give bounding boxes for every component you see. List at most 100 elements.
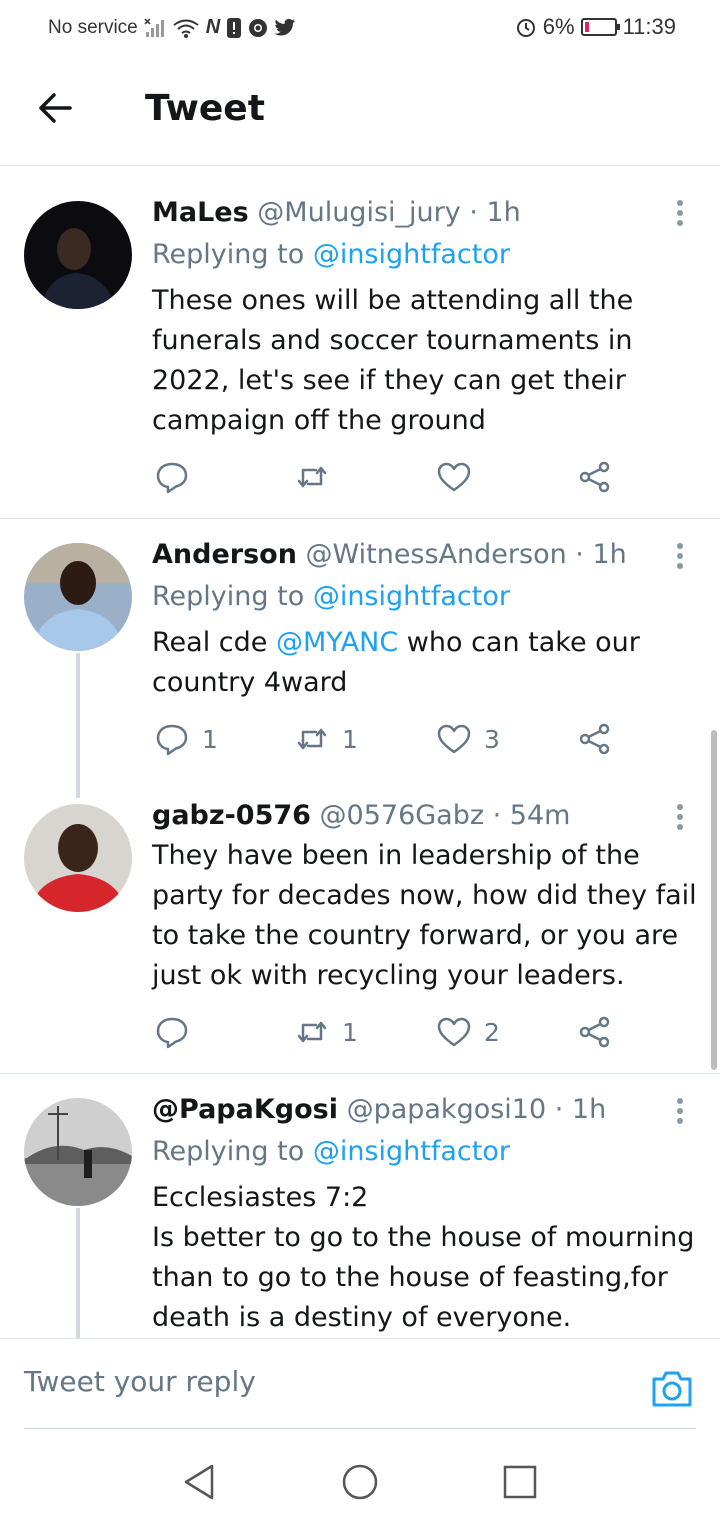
reply-bar: Tweet your reply — [0, 1338, 720, 1430]
tweet-item[interactable]: gabz-0576 @0576Gabz · 54m They have been… — [0, 789, 720, 1073]
reply-button[interactable] — [154, 459, 202, 495]
camera-button[interactable] — [650, 1369, 694, 1409]
tweet-time: · 1h — [469, 197, 521, 228]
reply-icon — [156, 724, 188, 756]
chrome-icon — [249, 18, 268, 37]
page-title: Tweet — [145, 88, 265, 129]
author-name[interactable]: Anderson — [152, 539, 297, 570]
status-left: No service N — [48, 16, 296, 39]
carrier-label: No service — [48, 16, 138, 38]
tweet-text: Real cde @MYANC who can take our country… — [152, 623, 697, 703]
share-button[interactable] — [577, 721, 613, 757]
tweet-time: · 54m — [492, 800, 571, 831]
like-button[interactable]: 3 — [436, 721, 500, 757]
author-name[interactable]: gabz-0576 — [152, 800, 311, 831]
more-options-icon[interactable] — [674, 200, 686, 230]
nav-recents-button[interactable] — [500, 1462, 540, 1502]
back-button[interactable] — [36, 88, 76, 128]
signal-off-icon — [144, 17, 164, 37]
reply-button[interactable] — [154, 1014, 202, 1050]
retweet-count: 1 — [342, 1017, 358, 1047]
more-options-icon[interactable] — [674, 1098, 686, 1128]
nav-back-icon — [184, 1464, 214, 1500]
replying-to: Replying to @insightfactor — [152, 581, 510, 612]
avatar[interactable] — [24, 804, 132, 912]
tweet-text-pre: Real cde — [152, 627, 276, 658]
tweet-text: Ecclesiastes 7:2 Is better to go to the … — [152, 1178, 697, 1338]
author-handle[interactable]: @Mulugisi_jury — [257, 197, 460, 228]
tweet-item[interactable]: MaLes @Mulugisi_jury · 1h Replying to @i… — [0, 167, 720, 519]
scrollbar[interactable] — [711, 730, 717, 1070]
nav-back-button[interactable] — [180, 1462, 220, 1502]
reply-button[interactable]: 1 — [154, 721, 218, 757]
replying-label: Replying to — [152, 1136, 313, 1167]
tweet-text: They have been in leadership of the part… — [152, 840, 697, 991]
nfc-icon: N — [205, 16, 221, 38]
heart-icon — [437, 724, 471, 754]
status-bar: No service N 6% 11:39 — [0, 0, 720, 56]
tweet-header: @PapaKgosi @papakgosi10 · 1h — [152, 1094, 606, 1125]
alert-icon — [227, 17, 242, 38]
more-options-icon[interactable] — [674, 804, 686, 834]
heart-icon — [437, 1017, 471, 1047]
avatar[interactable] — [24, 543, 132, 651]
like-button[interactable] — [436, 459, 484, 495]
mention-link[interactable]: @insightfactor — [313, 581, 510, 612]
reply-count: 1 — [202, 724, 218, 754]
mention-link[interactable]: @insightfactor — [313, 239, 510, 270]
reply-icon — [156, 1017, 188, 1049]
camera-icon — [652, 1371, 692, 1407]
tweet-actions: 1 1 3 — [152, 721, 622, 761]
mention-link[interactable]: @insightfactor — [313, 1136, 510, 1167]
tweet-text-line: Ecclesiastes 7:2 — [152, 1182, 369, 1213]
author-name[interactable]: @PapaKgosi — [152, 1094, 338, 1125]
retweet-button[interactable] — [294, 459, 342, 495]
author-handle[interactable]: @0576Gabz — [320, 800, 485, 831]
author-handle[interactable]: @papakgosi10 — [347, 1094, 547, 1125]
author-name[interactable]: MaLes — [152, 197, 249, 228]
tweet-item[interactable]: Anderson @WitnessAnderson · 1h Replying … — [0, 519, 720, 798]
share-icon — [579, 461, 610, 493]
tweet-time: · 1h — [554, 1094, 607, 1125]
nav-bar — [0, 1440, 720, 1520]
reply-icon — [156, 462, 188, 494]
thread-line — [76, 653, 80, 798]
retweet-icon — [297, 728, 327, 750]
nav-home-icon — [342, 1464, 378, 1500]
retweet-button[interactable]: 1 — [294, 1014, 358, 1050]
tweet-actions — [152, 459, 622, 499]
nav-home-button[interactable] — [340, 1462, 380, 1502]
status-right: 6% 11:39 — [515, 14, 676, 40]
retweet-button[interactable]: 1 — [294, 721, 358, 757]
tweet-header: gabz-0576 @0576Gabz · 54m — [152, 800, 570, 831]
twitter-icon — [274, 18, 296, 36]
tweet-text: These ones will be attending all the fun… — [152, 285, 634, 436]
retweet-icon — [297, 466, 327, 488]
battery-icon — [580, 18, 620, 36]
avatar[interactable] — [24, 1098, 132, 1206]
avatar[interactable] — [24, 201, 132, 309]
tweet-header: Anderson @WitnessAnderson · 1h — [152, 539, 627, 570]
share-button[interactable] — [577, 1014, 613, 1050]
tweet-header: MaLes @Mulugisi_jury · 1h — [152, 197, 521, 228]
tweet-item[interactable]: @PapaKgosi @papakgosi10 · 1h Replying to… — [0, 1074, 720, 1338]
nav-recents-icon — [503, 1465, 537, 1499]
mention-link[interactable]: @MYANC — [276, 627, 398, 658]
alarm-icon — [516, 19, 535, 37]
retweet-count: 1 — [342, 724, 358, 754]
reply-input[interactable]: Tweet your reply — [24, 1365, 256, 1398]
share-button[interactable] — [577, 459, 613, 495]
replying-label: Replying to — [152, 239, 313, 270]
replying-to: Replying to @insightfactor — [152, 239, 510, 270]
like-button[interactable]: 2 — [436, 1014, 500, 1050]
battery-percent: 6% — [542, 14, 575, 39]
heart-icon — [437, 462, 471, 492]
replying-to: Replying to @insightfactor — [152, 1136, 510, 1167]
wifi-icon — [173, 19, 199, 38]
author-handle[interactable]: @WitnessAnderson — [306, 539, 567, 570]
more-options-icon[interactable] — [674, 543, 686, 573]
tweet-text-line: Is better to go to the house of mourning… — [152, 1222, 695, 1333]
tweet-actions: 1 2 — [152, 1014, 622, 1054]
share-icon — [579, 723, 610, 755]
share-icon — [579, 1016, 610, 1048]
